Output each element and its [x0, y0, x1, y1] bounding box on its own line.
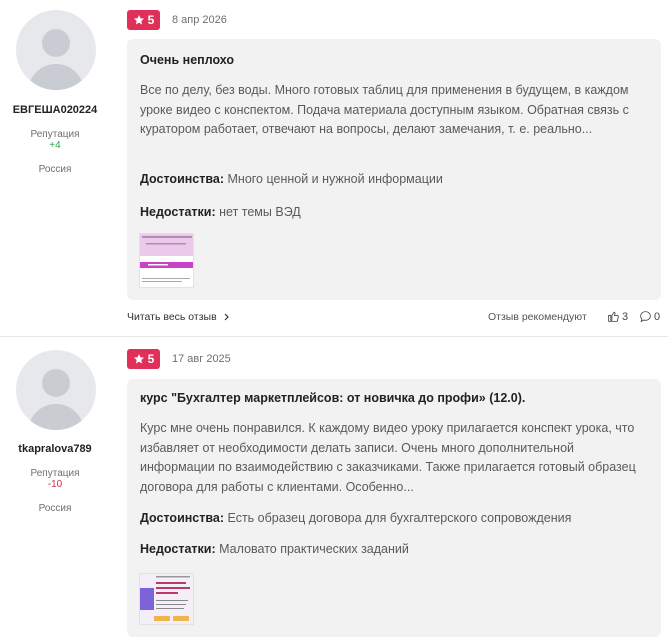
pros-text: Много ценной и нужной информации [227, 172, 443, 186]
reputation-label: Репутация [30, 129, 80, 140]
star-icon [133, 354, 144, 364]
review-card: Очень неплохо Все по делу, без воды. Мно… [127, 39, 661, 300]
cons-label: Недостатки: [140, 542, 216, 556]
comment-count: 0 [654, 310, 661, 323]
comments-button[interactable]: 0 [639, 310, 660, 323]
review-date: 17 авг 2025 [172, 353, 231, 365]
photo-preview-image [140, 234, 193, 287]
review-pros: Достоинства: Есть образец договора для б… [140, 511, 571, 525]
review-cons: Недостатки: Маловато практических задани… [140, 542, 409, 556]
thumbs-up-icon [608, 311, 619, 322]
reputation-value: +4 [49, 140, 61, 151]
review-item: tkapralova789 Репутация -10 Россия 5 17 … [0, 339, 668, 640]
cons-text: нет темы ВЭД [219, 205, 301, 219]
avatar-head-shape [42, 29, 70, 57]
read-full-review-label: Читать весь отзыв [127, 311, 217, 323]
like-count: 3 [622, 310, 629, 323]
review-divider [0, 336, 668, 337]
pros-label: Достоинства: [140, 172, 225, 186]
avatar[interactable] [16, 10, 96, 90]
review-card: курс "Бухгалтер маркетплейсов: от новичк… [127, 379, 661, 637]
review-title[interactable]: Очень неплохо [140, 53, 234, 67]
avatar-body-shape [28, 64, 84, 90]
rating-badge: 5 [127, 10, 160, 30]
review-title[interactable]: курс "Бухгалтер маркетплейсов: от новичк… [140, 391, 525, 405]
author-country: Россия [38, 503, 72, 514]
review-cons: Недостатки: нет темы ВЭД [140, 205, 301, 219]
reputation-value: -10 [47, 479, 63, 490]
pros-text: Есть образец договора для бухгалтерского… [227, 511, 572, 525]
avatar[interactable] [16, 350, 96, 430]
cons-text: Маловато практических заданий [219, 542, 409, 556]
rating-value: 5 [147, 13, 155, 27]
photo-preview-image [140, 574, 193, 624]
author-country: Россия [38, 164, 72, 175]
review-pros: Достоинства: Много ценной и нужной инфор… [140, 172, 443, 186]
pros-label: Достоинства: [140, 511, 225, 525]
avatar-head-shape [42, 369, 70, 397]
read-full-review-link[interactable]: Читать весь отзыв [127, 311, 231, 323]
recommend-label: Отзыв рекомендуют [488, 311, 587, 323]
review-date: 8 апр 2026 [172, 14, 227, 26]
rating-badge: 5 [127, 349, 160, 369]
review-text: Все по делу, без воды. Много готовых таб… [140, 83, 629, 136]
reputation-label: Репутация [30, 468, 80, 479]
comment-icon [640, 311, 651, 323]
review-photo-thumbnail[interactable] [139, 573, 194, 625]
rating-value: 5 [147, 352, 155, 366]
avatar-body-shape [28, 404, 84, 430]
review-text: Курс мне очень понравился. К каждому вид… [140, 421, 636, 494]
like-button[interactable]: 3 [607, 310, 628, 323]
chevron-right-icon [224, 313, 229, 321]
author-name[interactable]: ЕВГЕША020224 [0, 104, 110, 116]
cons-label: Недостатки: [140, 205, 216, 219]
review-item: ЕВГЕША020224 Репутация +4 Россия 5 8 апр… [0, 0, 668, 334]
star-icon [133, 15, 144, 25]
review-photo-thumbnail[interactable] [139, 233, 194, 288]
author-name[interactable]: tkapralova789 [0, 443, 110, 455]
